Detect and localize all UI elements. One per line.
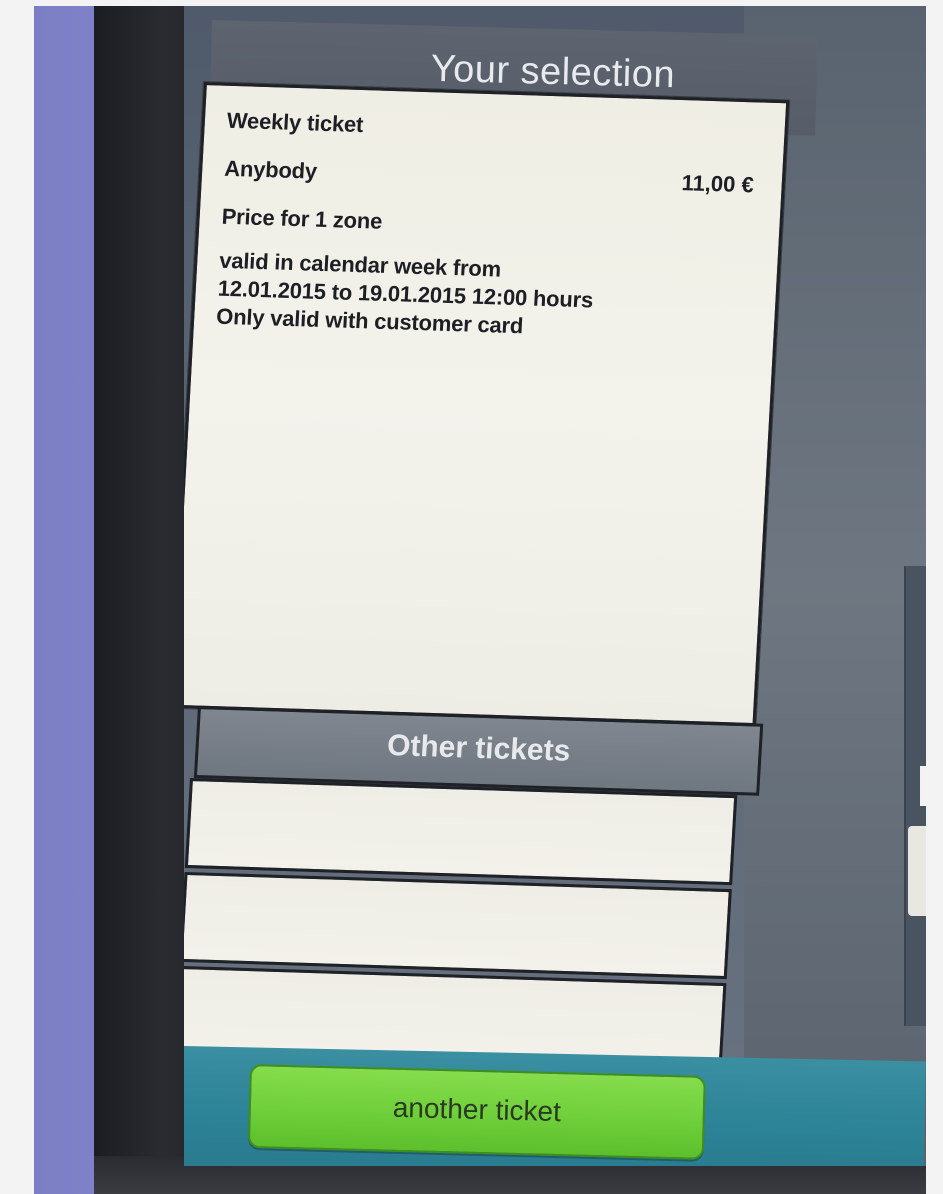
another-ticket-button[interactable]: another ticket: [247, 1064, 706, 1160]
side-card-icon: [908, 826, 926, 916]
ticket-machine-screen: Your selection Weekly ticket Anybody 11,…: [184, 6, 926, 1166]
ticket-price: 11,00 €: [680, 170, 755, 198]
passenger-type: Anybody: [223, 155, 318, 184]
photo-frame: Your selection Weekly ticket Anybody 11,…: [34, 6, 926, 1194]
selection-panel: Weekly ticket Anybody 11,00 € Price for …: [184, 82, 790, 727]
other-ticket-slot-2[interactable]: [184, 871, 732, 980]
other-tickets-list: [184, 778, 738, 1075]
side-indicator: [920, 766, 926, 806]
other-ticket-slot-1[interactable]: [184, 778, 738, 886]
other-tickets-title: Other tickets: [386, 729, 572, 768]
another-ticket-label: another ticket: [392, 1091, 562, 1128]
ticket-type: Weekly ticket: [226, 107, 364, 138]
zone-info: Price for 1 zone: [221, 203, 383, 234]
